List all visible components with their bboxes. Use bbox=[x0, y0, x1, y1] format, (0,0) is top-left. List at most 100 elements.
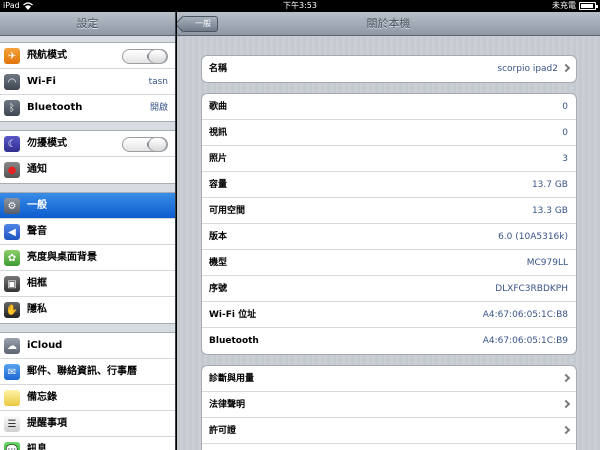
row-value: 6.0 (10A5316k) bbox=[498, 232, 568, 242]
sidebar-item[interactable]: ✋ 隱私 bbox=[0, 297, 175, 323]
sidebar-item-label: 亮度與桌面背景 bbox=[27, 252, 97, 263]
links-group: 診斷與用量法律聲明許可證 bbox=[201, 365, 577, 450]
sidebar-item-label: 提醒事項 bbox=[27, 418, 67, 429]
messages-icon: 💬 bbox=[4, 442, 20, 450]
notifications-icon: ● bbox=[4, 162, 20, 178]
row-key: 序號 bbox=[209, 284, 228, 294]
link-row[interactable] bbox=[202, 444, 576, 450]
info-row: 可用空間 13.3 GB bbox=[202, 198, 576, 224]
row-key: 診斷與用量 bbox=[209, 374, 255, 384]
sidebar-item[interactable]: ᛒ Bluetooth 開啟 bbox=[0, 95, 175, 121]
sidebar-item[interactable]: ◀ 聲音 bbox=[0, 219, 175, 245]
sidebar-title: 設定 bbox=[0, 12, 175, 36]
sidebar-item[interactable]: ◠ Wi-Fi tasn bbox=[0, 69, 175, 95]
notes-icon bbox=[4, 390, 20, 406]
row-value: MC979LL bbox=[526, 258, 568, 268]
toggle-switch[interactable] bbox=[122, 49, 168, 64]
sidebar-group: ✈ 飛航模式 ◠ Wi-Fi tasn ᛒ Bluetooth 開啟 bbox=[0, 42, 175, 122]
row-key: Wi-Fi 位址 bbox=[209, 310, 257, 320]
page-title: 關於本機 bbox=[366, 17, 411, 30]
chevron-right-icon bbox=[561, 63, 571, 73]
info-row: 容量 13.7 GB bbox=[202, 172, 576, 198]
sidebar-item[interactable]: 備忘錄 bbox=[0, 385, 175, 411]
info-row: 機型 MC979LL bbox=[202, 250, 576, 276]
row-value: scorpio ipad2 bbox=[497, 64, 558, 74]
chevron-right-icon bbox=[561, 425, 571, 435]
sidebar-item-label: 訊息 bbox=[27, 444, 47, 450]
info-row: Wi-Fi 位址 A4:67:06:05:1C:B8 bbox=[202, 302, 576, 328]
status-bar: iPad 下午3:53 未充電 bbox=[0, 0, 600, 12]
sidebar-item[interactable]: ● 通知 bbox=[0, 157, 175, 183]
row-key: 可用空間 bbox=[209, 206, 246, 216]
sidebar-item[interactable]: ☾ 勿擾模式 bbox=[0, 131, 175, 157]
airplane-icon: ✈ bbox=[4, 48, 20, 64]
name-row[interactable]: 名稱 scorpio ipad2 bbox=[202, 56, 576, 82]
about-pane: 關於本機 一般 名稱 scorpio ipad2 歌曲 0 視訊 0 照片 3 容量 13.7… bbox=[177, 12, 600, 450]
row-key: 視訊 bbox=[209, 128, 228, 138]
sidebar-item-label: 通知 bbox=[27, 164, 47, 175]
sidebar-item-label: 飛航模式 bbox=[27, 50, 67, 61]
row-value: A4:67:06:05:1C:B9 bbox=[482, 336, 568, 346]
sidebar-item-label: Bluetooth bbox=[27, 102, 83, 113]
row-key: 法律聲明 bbox=[209, 400, 246, 410]
speaker-icon: ◀ bbox=[4, 224, 20, 240]
main-navbar: 關於本機 一般 bbox=[177, 12, 600, 36]
sidebar-item-label: iCloud bbox=[27, 340, 63, 351]
sidebar-item-label: 隱私 bbox=[27, 304, 47, 315]
cloud-icon: ☁ bbox=[4, 338, 20, 354]
battery-icon bbox=[579, 2, 598, 10]
sidebar-item[interactable]: ✈ 飛航模式 bbox=[0, 43, 175, 69]
reminders-icon: ☰ bbox=[4, 416, 20, 432]
picture-frame-icon: ▣ bbox=[4, 276, 20, 292]
row-value: 0 bbox=[562, 128, 568, 138]
row-key: 版本 bbox=[209, 232, 228, 242]
settings-sidebar: 設定 ✈ 飛航模式 ◠ Wi-Fi tasn ᛒ Bluetooth 開啟 ☾ 勿擾模式 ● 通知 ⚙ 一… bbox=[0, 12, 176, 450]
row-key: 許可證 bbox=[209, 426, 237, 436]
sidebar-item-label: 郵件、聯絡資訊、行事曆 bbox=[27, 366, 137, 377]
mail-icon: ✉ bbox=[4, 364, 20, 380]
charging-status: 未充電 bbox=[552, 1, 576, 10]
sidebar-item[interactable]: 💬 訊息 bbox=[0, 437, 175, 450]
sidebar-item[interactable]: ✉ 郵件、聯絡資訊、行事曆 bbox=[0, 359, 175, 385]
name-group: 名稱 scorpio ipad2 bbox=[201, 55, 577, 83]
status-time: 下午3:53 bbox=[283, 1, 317, 10]
wifi-icon: ◠ bbox=[4, 74, 20, 90]
toggle-switch[interactable] bbox=[122, 137, 168, 152]
info-row: 照片 3 bbox=[202, 146, 576, 172]
back-button[interactable]: 一般 bbox=[182, 16, 218, 32]
sidebar-item[interactable]: ☰ 提醒事項 bbox=[0, 411, 175, 437]
info-row: 歌曲 0 bbox=[202, 94, 576, 120]
row-value: 13.7 GB bbox=[531, 180, 568, 190]
sidebar-group: ☾ 勿擾模式 ● 通知 bbox=[0, 130, 175, 184]
sidebar-item-value: tasn bbox=[148, 77, 168, 87]
row-value: 13.3 GB bbox=[531, 206, 568, 216]
sidebar-item-label: 備忘錄 bbox=[27, 392, 57, 403]
info-row: 版本 6.0 (10A5316k) bbox=[202, 224, 576, 250]
info-row: Bluetooth A4:67:06:05:1C:B9 bbox=[202, 328, 576, 354]
moon-icon: ☾ bbox=[4, 136, 20, 152]
sidebar-item[interactable]: ✿ 亮度與桌面背景 bbox=[0, 245, 175, 271]
sidebar-item-label: 聲音 bbox=[27, 226, 47, 237]
chevron-right-icon bbox=[561, 373, 571, 383]
info-group: 歌曲 0 視訊 0 照片 3 容量 13.7 GB 可用空間 13.3 GB 版本 6.0 (10A5… bbox=[201, 93, 577, 355]
sidebar-group: ⚙ 一般 ◀ 聲音 ✿ 亮度與桌面背景 ▣ 相框 ✋ 隱私 bbox=[0, 192, 175, 324]
row-key: 容量 bbox=[209, 180, 228, 190]
row-key: 機型 bbox=[209, 258, 228, 268]
gear-icon: ⚙ bbox=[4, 198, 20, 214]
sidebar-item[interactable]: ▣ 相框 bbox=[0, 271, 175, 297]
info-row: 視訊 0 bbox=[202, 120, 576, 146]
bluetooth-icon: ᛒ bbox=[4, 100, 20, 116]
row-key: Bluetooth bbox=[209, 336, 259, 346]
link-row[interactable]: 法律聲明 bbox=[202, 392, 576, 418]
brightness-icon: ✿ bbox=[4, 250, 20, 266]
link-row[interactable]: 診斷與用量 bbox=[202, 366, 576, 392]
sidebar-item[interactable]: ☁ iCloud bbox=[0, 333, 175, 359]
row-key: 名稱 bbox=[209, 64, 228, 74]
sidebar-group: ☁ iCloud ✉ 郵件、聯絡資訊、行事曆 備忘錄 ☰ 提醒事項 💬 訊息 bbox=[0, 332, 175, 450]
link-row[interactable]: 許可證 bbox=[202, 418, 576, 444]
privacy-hand-icon: ✋ bbox=[4, 302, 20, 318]
row-value: 3 bbox=[562, 154, 568, 164]
sidebar-item-label: 勿擾模式 bbox=[27, 138, 67, 149]
sidebar-item[interactable]: ⚙ 一般 bbox=[0, 193, 175, 219]
sidebar-item-label: 一般 bbox=[27, 200, 47, 211]
